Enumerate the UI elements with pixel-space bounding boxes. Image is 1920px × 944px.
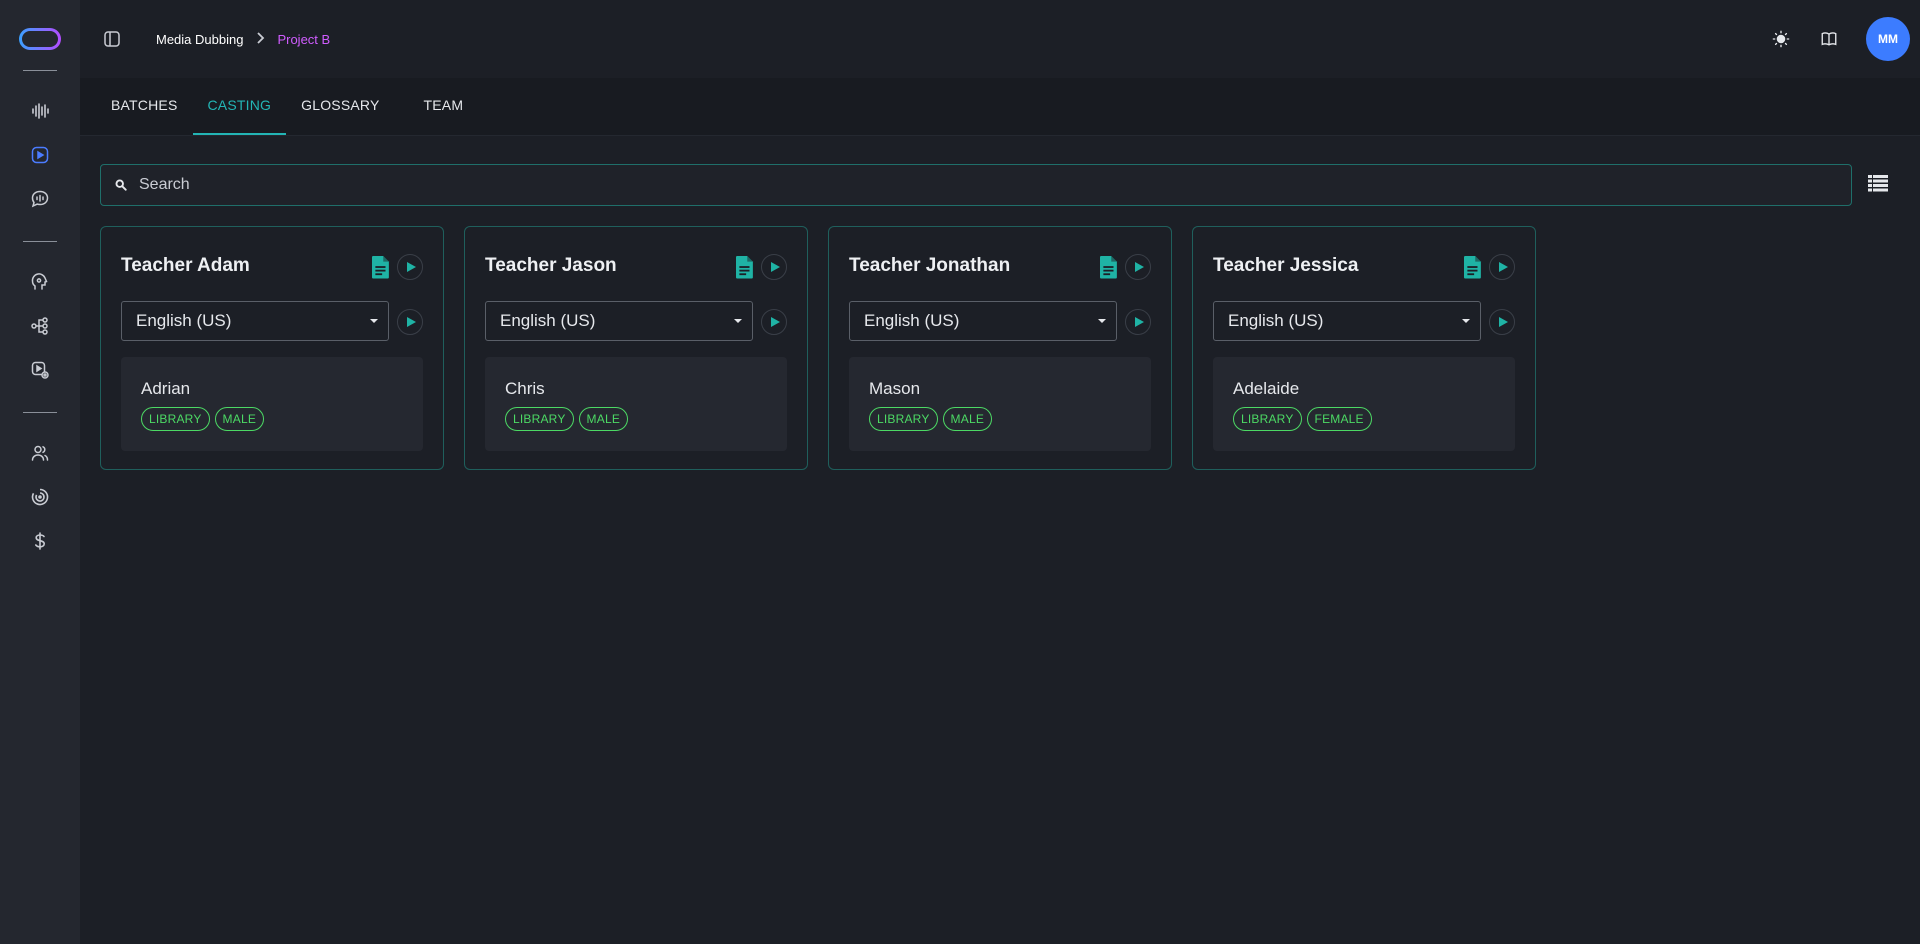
- play-button[interactable]: [761, 309, 787, 335]
- users-icon[interactable]: [28, 441, 52, 465]
- tag: LIBRARY: [869, 407, 938, 431]
- list-view-icon[interactable]: [1868, 174, 1890, 196]
- language-select[interactable]: English (US): [1213, 301, 1481, 341]
- play-icon: [771, 317, 780, 327]
- character-name: Teacher Adam: [121, 255, 250, 276]
- voice-name: Adelaide: [1233, 379, 1300, 398]
- play-button[interactable]: [1125, 309, 1151, 335]
- tag: FEMALE: [1306, 407, 1372, 431]
- chat-audio-icon[interactable]: [28, 187, 52, 211]
- character-name: Teacher Jonathan: [849, 255, 1011, 276]
- character-name: Teacher Jessica: [1213, 255, 1359, 276]
- voice-card[interactable]: Adelaide LIBRARY FEMALE: [1213, 357, 1515, 451]
- waveform-icon[interactable]: [28, 99, 52, 123]
- tab-bar: BATCHES CASTING GLOSSARY TEAM: [80, 78, 1920, 136]
- tag: MALE: [942, 407, 993, 431]
- breadcrumb-parent[interactable]: Media Dubbing: [156, 32, 243, 47]
- play-icon: [771, 262, 780, 272]
- tag: MALE: [578, 407, 629, 431]
- document-icon[interactable]: [736, 256, 754, 279]
- play-icon: [1499, 317, 1508, 327]
- rail-divider: [23, 70, 57, 71]
- language-value: English (US): [136, 311, 232, 330]
- play-button[interactable]: [397, 254, 423, 280]
- chevron-right-icon: [255, 31, 265, 47]
- play-button[interactable]: [397, 309, 423, 335]
- play-button[interactable]: [1489, 309, 1515, 335]
- voice-tags: LIBRARY FEMALE: [1233, 407, 1377, 431]
- voice-name: Mason: [869, 379, 921, 398]
- language-select[interactable]: English (US): [121, 301, 389, 341]
- language-value: English (US): [1228, 311, 1324, 330]
- language-value: English (US): [500, 311, 596, 330]
- sun-icon[interactable]: [1770, 28, 1792, 50]
- rail-divider: [23, 241, 57, 242]
- media-settings-icon[interactable]: [28, 358, 52, 382]
- top-bar: Media Dubbing Project B MM: [80, 0, 1920, 78]
- tab-casting[interactable]: CASTING: [192, 77, 287, 135]
- play-button[interactable]: [1125, 254, 1151, 280]
- left-rail: [0, 0, 80, 944]
- language-select[interactable]: English (US): [849, 301, 1117, 341]
- search-input[interactable]: [139, 176, 1851, 194]
- document-icon[interactable]: [372, 256, 390, 279]
- tab-team[interactable]: TEAM: [409, 77, 479, 135]
- voice-card[interactable]: Chris LIBRARY MALE: [485, 357, 787, 451]
- search-icon: [115, 178, 129, 192]
- tab-batches[interactable]: BATCHES: [96, 77, 193, 135]
- caret-down-icon: [370, 319, 378, 323]
- document-icon[interactable]: [1464, 256, 1482, 279]
- tag: LIBRARY: [1233, 407, 1302, 431]
- app-logo[interactable]: [19, 28, 61, 50]
- play-button[interactable]: [761, 254, 787, 280]
- workflow-icon[interactable]: [28, 314, 52, 338]
- tab-glossary[interactable]: GLOSSARY: [286, 77, 394, 135]
- play-icon: [407, 317, 416, 327]
- casting-cards: Teacher Adam English (US) Adrian LIBRARY…: [100, 226, 1556, 470]
- caret-down-icon: [1098, 319, 1106, 323]
- voice-tags: LIBRARY MALE: [869, 407, 997, 431]
- voice-card[interactable]: Mason LIBRARY MALE: [849, 357, 1151, 451]
- dollar-icon[interactable]: [28, 529, 52, 553]
- voice-name: Chris: [505, 379, 545, 398]
- tag: LIBRARY: [141, 407, 210, 431]
- rail-divider: [23, 412, 57, 413]
- book-icon[interactable]: [1818, 28, 1840, 50]
- voice-name: Adrian: [141, 379, 191, 398]
- breadcrumb-current: Project B: [277, 31, 331, 47]
- voice-tags: LIBRARY MALE: [505, 407, 633, 431]
- caret-down-icon: [734, 319, 742, 323]
- voice-icon[interactable]: [28, 270, 52, 294]
- analytics-icon[interactable]: [28, 485, 52, 509]
- language-value: English (US): [864, 311, 960, 330]
- character-card: Teacher Jonathan English (US) Mason LIBR…: [828, 226, 1172, 470]
- caret-down-icon: [1462, 319, 1470, 323]
- play-icon: [1135, 317, 1144, 327]
- character-card: Teacher Jessica English (US) Adelaide LI…: [1192, 226, 1536, 470]
- sidebar-toggle-icon[interactable]: [102, 29, 122, 49]
- tag: LIBRARY: [505, 407, 574, 431]
- character-name: Teacher Jason: [485, 255, 617, 276]
- play-button[interactable]: [1489, 254, 1515, 280]
- character-card: Teacher Adam English (US) Adrian LIBRARY…: [100, 226, 444, 470]
- search-bar: [100, 164, 1852, 206]
- tag: MALE: [214, 407, 265, 431]
- character-card: Teacher Jason English (US) Chris LIBRARY…: [464, 226, 808, 470]
- document-icon[interactable]: [1100, 256, 1118, 279]
- voice-tags: LIBRARY MALE: [141, 407, 269, 431]
- breadcrumb: Media Dubbing Project B: [156, 31, 330, 47]
- video-icon[interactable]: [28, 143, 52, 167]
- language-select[interactable]: English (US): [485, 301, 753, 341]
- play-icon: [407, 262, 416, 272]
- top-actions: MM: [1770, 17, 1910, 61]
- avatar[interactable]: MM: [1866, 17, 1910, 61]
- play-icon: [1135, 262, 1144, 272]
- play-icon: [1499, 262, 1508, 272]
- voice-card[interactable]: Adrian LIBRARY MALE: [121, 357, 423, 451]
